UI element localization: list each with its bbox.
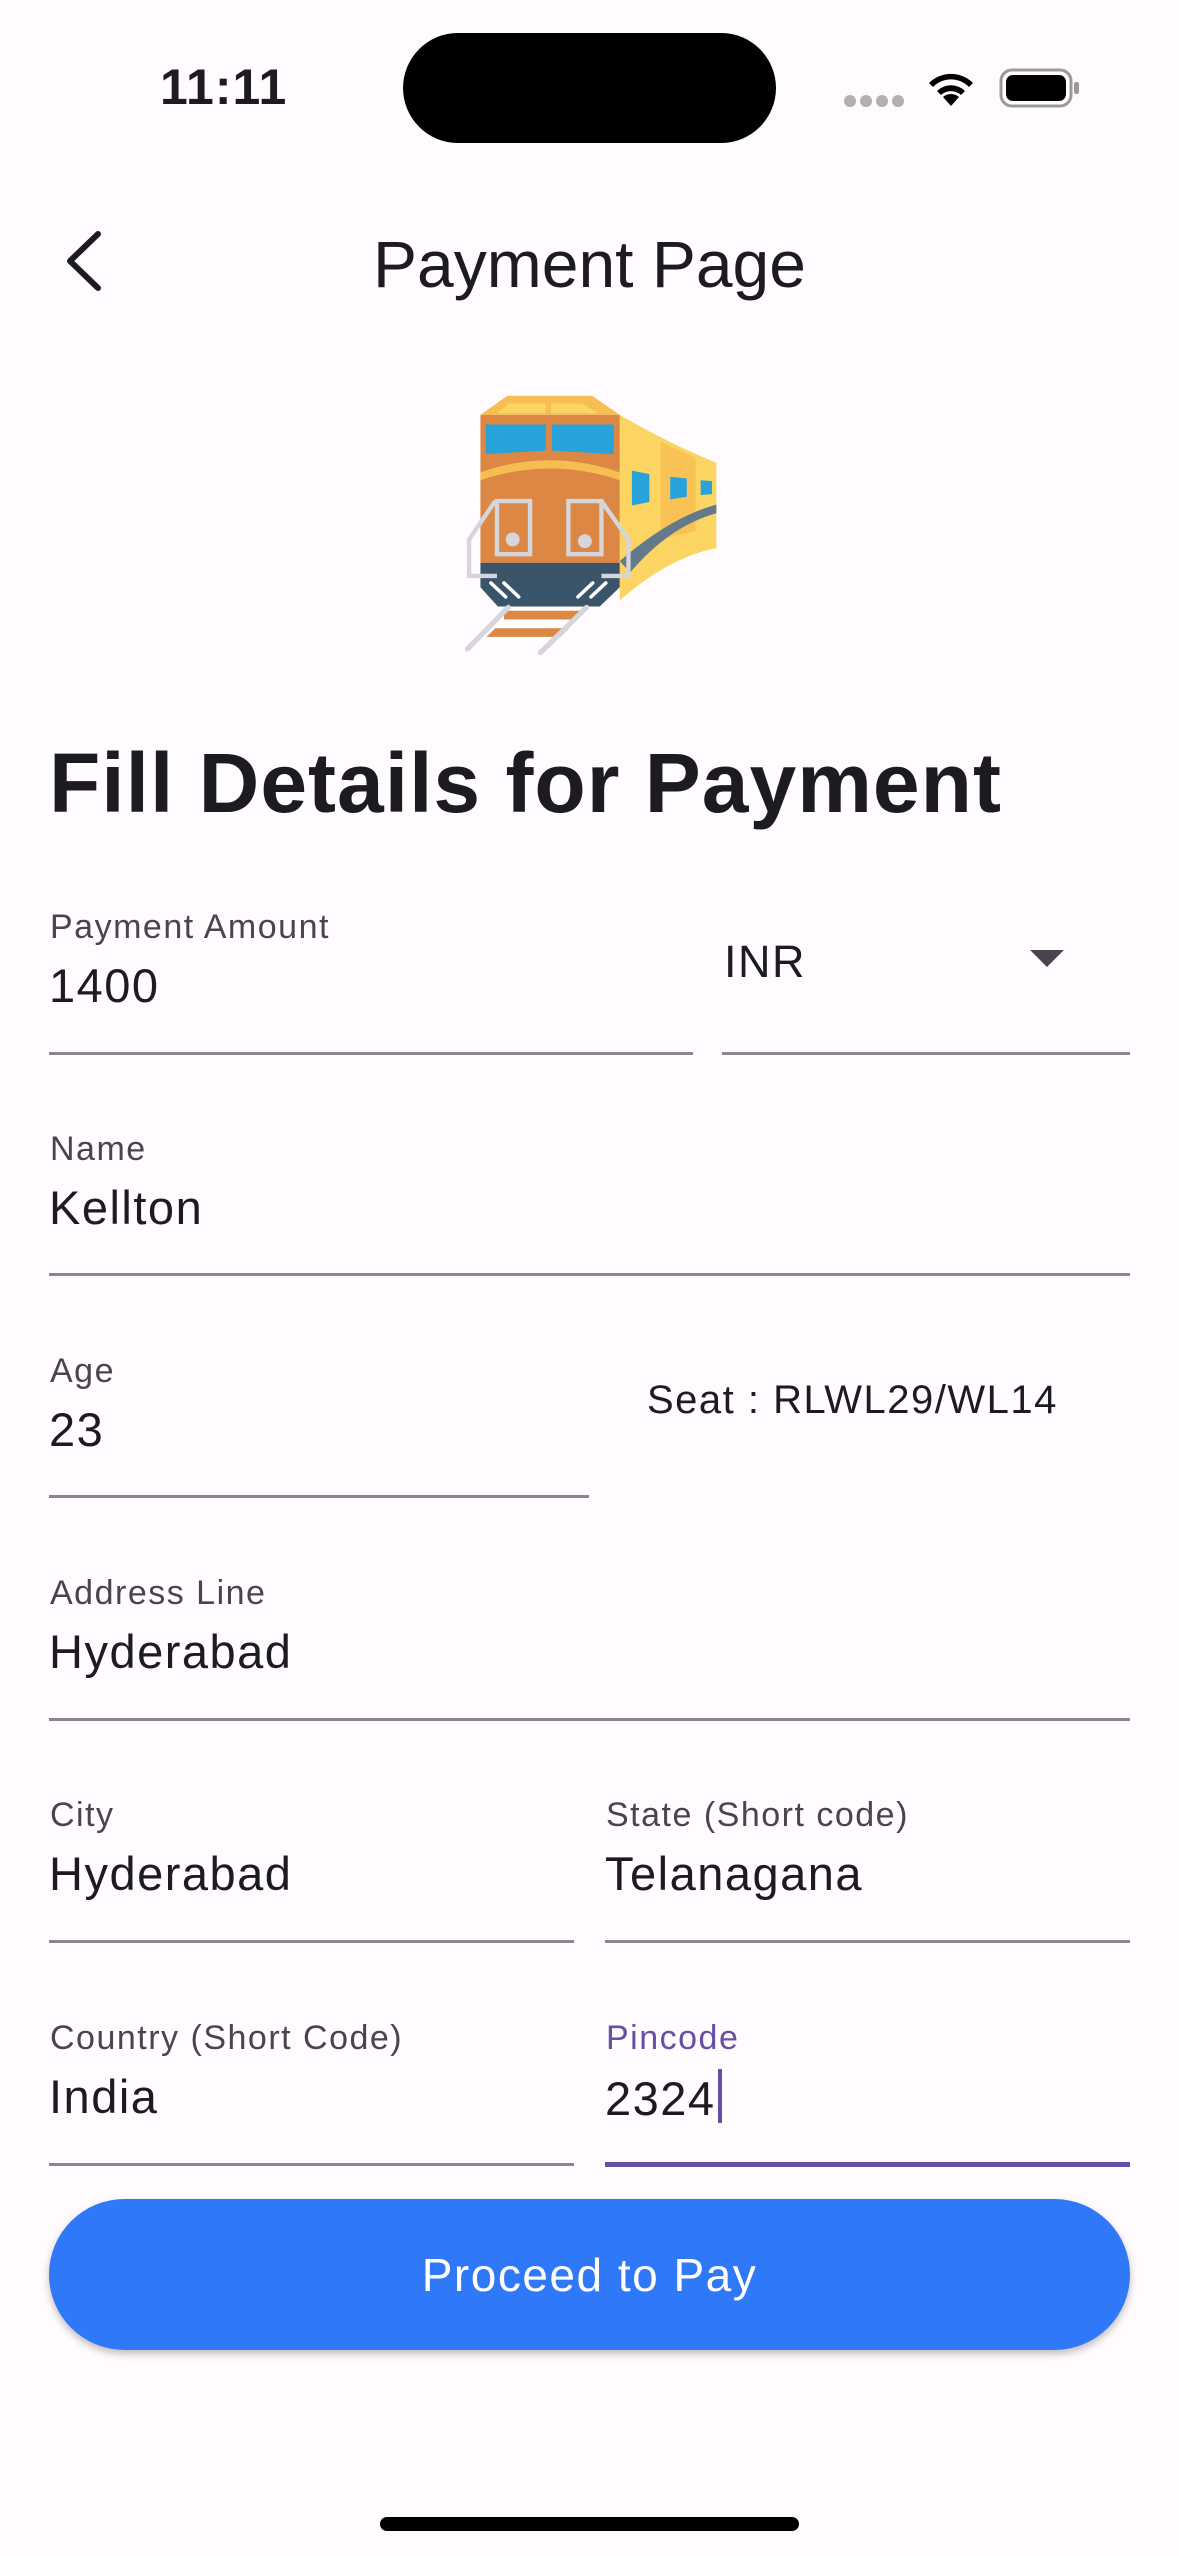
pincode-input-text: 2324 [605,2069,722,2126]
field-underline [49,1495,589,1498]
country-label: Country (Short Code) [50,2019,404,2057]
wifi-icon [929,73,973,106]
field-underline [49,1718,1130,1721]
city-field[interactable]: City Hyderabad [49,1788,574,1944]
name-field[interactable]: Name Kellton [49,1122,1130,1278]
field-underline [49,1273,1130,1276]
page-title: Payment Page [373,227,806,301]
payment-amount-field[interactable]: Payment Amount 1400 [49,900,693,1056]
train-icon [464,395,717,656]
field-underline-focused [605,2162,1130,2167]
field-underline [49,1940,574,1943]
field-underline [49,1052,693,1055]
country-field[interactable]: Country (Short Code) India [49,2011,574,2167]
state-value: Telanagana [605,1847,864,1900]
status-time: 11:11 [160,59,288,115]
text-cursor [717,2069,722,2123]
seat-info: Seat : RLWL29/WL14 [647,1378,1058,1422]
field-underline [49,2163,574,2166]
field-underline [722,1052,1130,1055]
dropdown-arrow-icon [1030,950,1064,967]
pincode-value: 2324 [605,2072,716,2125]
signal-dots-icon [844,95,904,107]
proceed-to-pay-button[interactable]: Proceed to Pay [49,2199,1130,2350]
name-label: Name [50,1130,147,1168]
field-underline [605,1940,1130,1943]
payment-amount-label: Payment Amount [50,908,330,946]
country-value: India [49,2070,159,2123]
age-field[interactable]: Age 23 [49,1344,589,1500]
form-heading: Fill Details for Payment [49,736,1002,830]
age-value: 23 [49,1403,105,1456]
currency-dropdown[interactable]: INR [722,900,1130,1056]
payment-amount-value: 1400 [49,959,160,1012]
currency-value: INR [724,936,806,987]
city-value: Hyderabad [49,1847,293,1900]
city-label: City [50,1796,115,1834]
pincode-label: Pincode [606,2019,740,2057]
name-value: Kellton [49,1181,204,1234]
home-indicator[interactable] [380,2517,799,2531]
address-label: Address Line [50,1574,267,1612]
state-field[interactable]: State (Short code) Telanagana [605,1788,1130,1944]
address-value: Hyderabad [49,1625,293,1678]
dynamic-island [403,33,776,143]
address-field[interactable]: Address Line Hyderabad [49,1566,1130,1722]
age-label: Age [50,1352,115,1390]
state-label: State (Short code) [606,1796,909,1834]
battery-icon [999,68,1079,108]
pincode-field[interactable]: Pincode 2324 [605,2011,1130,2169]
